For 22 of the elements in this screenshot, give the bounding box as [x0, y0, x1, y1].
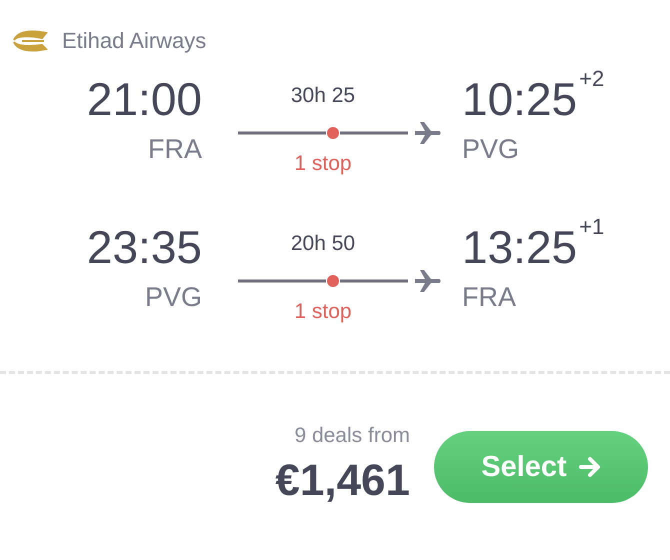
arrow-right-icon [578, 456, 601, 478]
stops-label: 1 stop [294, 152, 352, 176]
select-button[interactable]: Select [434, 431, 648, 503]
day-offset: +2 [579, 68, 604, 93]
stops-label: 1 stop [294, 300, 352, 324]
day-offset: +1 [579, 216, 604, 241]
flight-duration: 20h 50 [290, 232, 356, 256]
arrival-time: 10:25 [462, 76, 578, 122]
deals-count: 9 deals from [294, 424, 410, 448]
departure-airport: PVG [144, 282, 202, 313]
arrival-airport: FRA [462, 282, 516, 313]
departure-time: 21:00 [86, 76, 202, 122]
flight-duration: 30h 25 [290, 84, 356, 108]
arrival-airport: PVG [462, 134, 520, 165]
airplane-icon [415, 122, 441, 144]
arrival-time: 13:25 [462, 224, 578, 270]
airline-name: Etihad Airways [62, 28, 206, 54]
airline-logo-icon [12, 30, 48, 52]
departure-time: 23:35 [86, 224, 202, 270]
airplane-icon [415, 270, 441, 292]
price: €1,461 [275, 456, 410, 506]
departure-airport: FRA [148, 134, 202, 165]
